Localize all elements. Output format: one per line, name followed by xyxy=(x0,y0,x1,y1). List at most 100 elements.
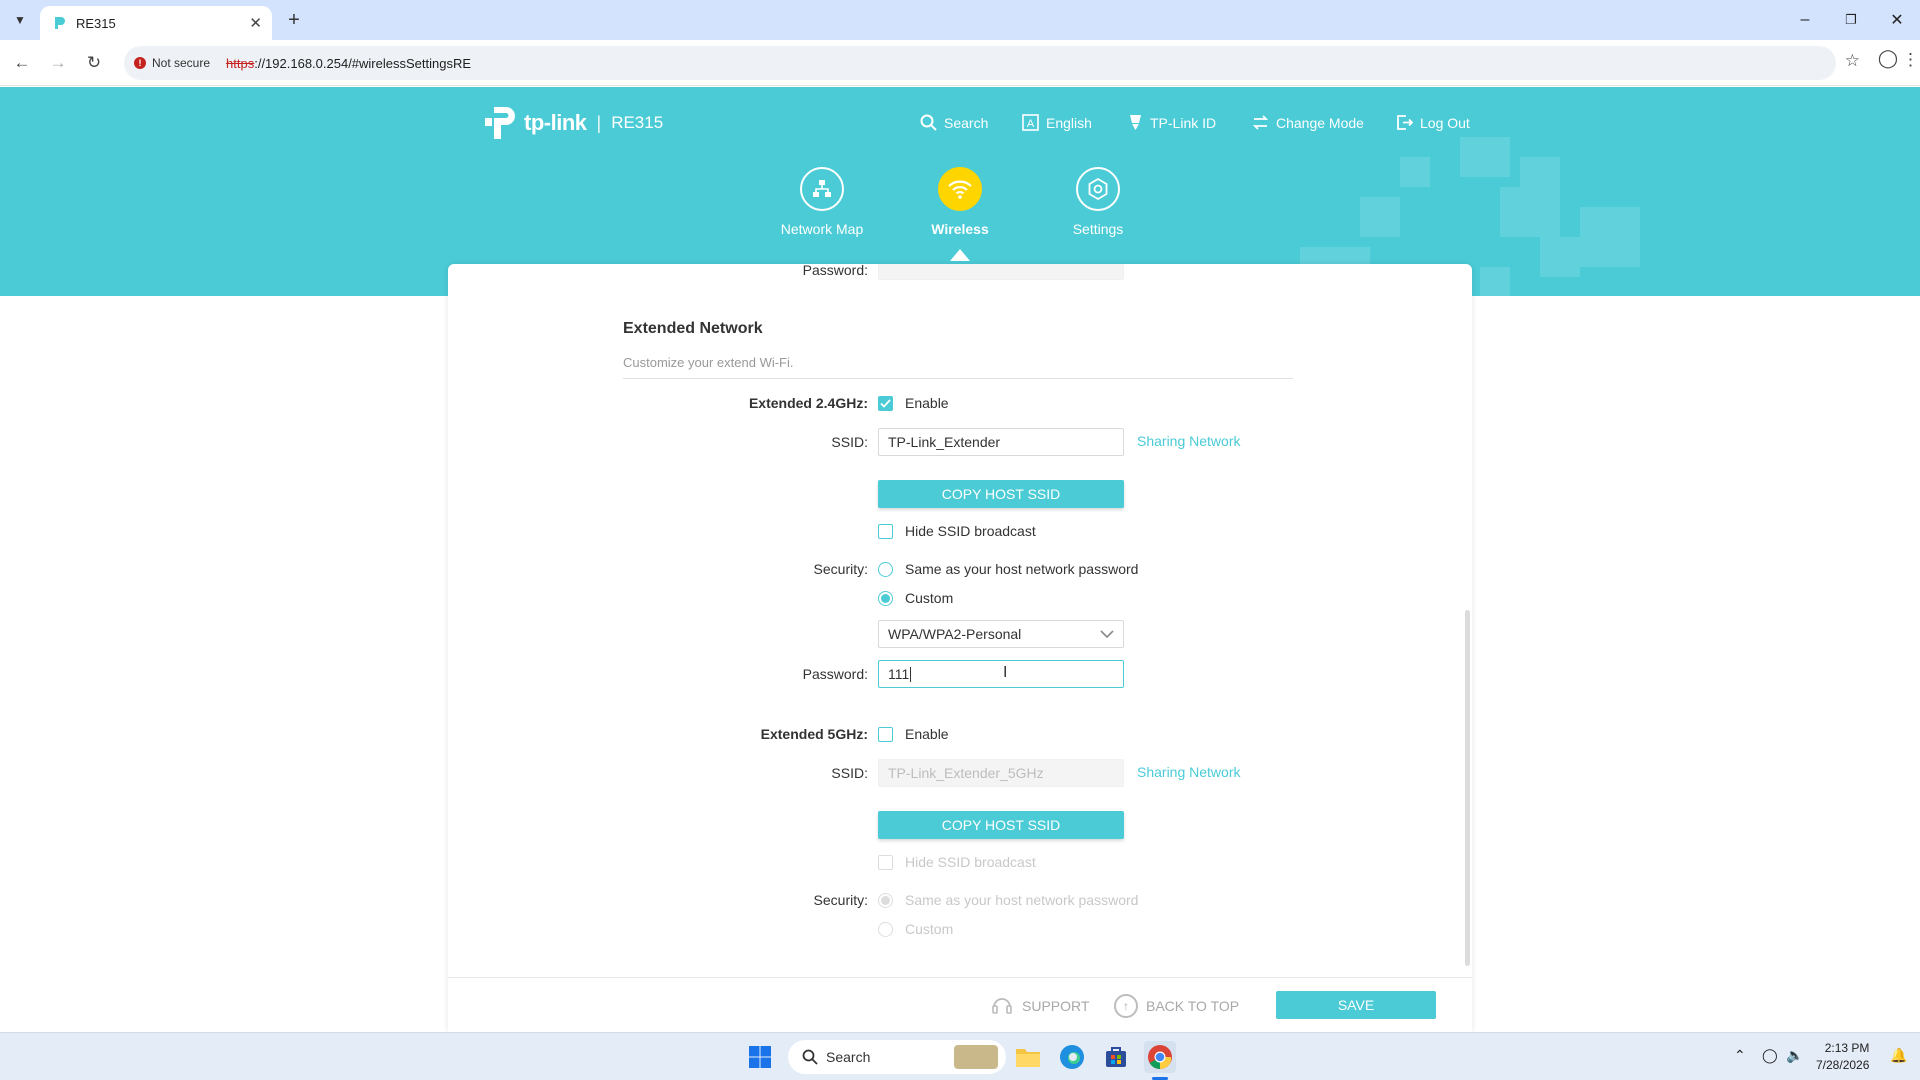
band24-enable-row: Extended 2.4GHz: Enable xyxy=(448,389,1472,417)
band5-hide-ssid-checkbox[interactable] xyxy=(878,854,893,870)
not-secure-badge[interactable]: ! Not secure xyxy=(134,56,210,70)
band24-security-row: Security: Same as your host network pass… xyxy=(448,555,1472,583)
band24-sharing-network-link[interactable]: Sharing Network xyxy=(1137,433,1241,449)
minimize-icon[interactable]: – xyxy=(1782,0,1828,40)
browser-toolbar: ← → ↻ ! Not secure https://192.168.0.254… xyxy=(0,40,1920,86)
file-explorer-icon[interactable] xyxy=(1012,1041,1044,1073)
tplink-id-link[interactable]: TP-Link ID xyxy=(1128,114,1216,131)
taskbar-clock[interactable]: 2:13 PM 7/28/2026 xyxy=(1816,1040,1869,1074)
tray-overflow-icon[interactable]: ⌃ xyxy=(1734,1047,1746,1064)
support-link[interactable]: SUPPORT xyxy=(990,994,1089,1018)
tplink-id-label: TP-Link ID xyxy=(1150,114,1217,131)
browser-menu-icon[interactable]: ⋮ xyxy=(1902,50,1919,70)
band5-enable-label: Enable xyxy=(905,726,949,742)
window-close-icon[interactable]: ✕ xyxy=(1874,0,1920,40)
browser-tabstrip: ▼ RE315 ✕ + – ❐ ✕ xyxy=(0,0,1920,40)
band5-security-label: Security: xyxy=(813,892,868,908)
active-tab-pointer xyxy=(950,249,970,261)
url-scheme: https xyxy=(226,55,255,71)
band24-security-custom-radio[interactable] xyxy=(878,590,893,606)
network-icon[interactable]: ◯ xyxy=(1762,1047,1778,1064)
url-text: https://192.168.0.254/#wirelessSettingsR… xyxy=(226,56,471,71)
band24-password-input[interactable]: 111 xyxy=(878,660,1124,688)
tplink-id-icon xyxy=(1128,114,1143,131)
band24-security-same-label: Same as your host network password xyxy=(905,561,1139,577)
save-button[interactable]: SAVE xyxy=(1276,991,1436,1019)
windows-taskbar: Search ⌃ ◯ 🔈 2:13 PM 7/28/2026 🔔 xyxy=(0,1032,1920,1080)
tab-wireless[interactable]: Wireless xyxy=(905,167,1015,237)
change-mode-link[interactable]: Change Mode xyxy=(1252,114,1364,131)
back-arrow-icon[interactable]: ← xyxy=(10,51,34,75)
back-to-top-link[interactable]: ↑ BACK TO TOP xyxy=(1114,994,1239,1018)
band24-security-custom-label: Custom xyxy=(905,590,954,606)
band24-copy-host-ssid-button[interactable]: COPY HOST SSID xyxy=(878,480,1124,508)
profile-icon[interactable]: ◯ xyxy=(1878,48,1898,69)
band24-hide-ssid-checkbox[interactable] xyxy=(878,523,893,539)
browser-tab[interactable]: RE315 ✕ xyxy=(40,6,272,40)
svg-text:A: A xyxy=(1027,118,1035,130)
taskbar-search[interactable]: Search xyxy=(788,1040,1006,1074)
band5-custom-row: Custom xyxy=(448,915,1472,943)
logout-link[interactable]: Log Out xyxy=(1396,114,1470,131)
band24-custom-row: Custom xyxy=(448,584,1472,612)
gear-icon xyxy=(1076,167,1120,211)
band24-ssid-row: SSID: TP-Link_Extender Sharing Network xyxy=(448,428,1472,456)
band5-ssid-row: SSID: TP-Link_Extender_5GHz Sharing Netw… xyxy=(448,759,1472,787)
band5-security-custom-radio[interactable] xyxy=(878,921,893,937)
tplink-logo[interactable]: tp-link | RE315 xyxy=(484,105,663,141)
band24-password-row: Password: 111 I xyxy=(448,660,1472,688)
clock-time: 2:13 PM xyxy=(1824,1041,1870,1055)
tab-network-map[interactable]: Network Map xyxy=(767,167,877,237)
brand-name: tp-link xyxy=(524,110,587,135)
tab-title: RE315 xyxy=(76,15,116,31)
chevron-down-icon xyxy=(1100,626,1114,642)
language-icon: A xyxy=(1022,114,1039,131)
logo-separator: | xyxy=(596,112,602,133)
arrow-up-icon: ↑ xyxy=(1114,994,1138,1018)
band5-enable-row: Extended 5GHz: Enable xyxy=(448,720,1472,748)
band24-enable-label: Enable xyxy=(905,395,949,411)
reload-icon[interactable]: ↻ xyxy=(82,51,106,75)
band24-security-label: Security: xyxy=(813,561,868,577)
new-tab-icon[interactable]: + xyxy=(282,8,306,32)
band5-sharing-network-link[interactable]: Sharing Network xyxy=(1137,764,1241,780)
restore-icon[interactable]: ❐ xyxy=(1828,0,1874,40)
card-scrollbar[interactable] xyxy=(1465,610,1470,966)
forward-arrow-icon[interactable]: → xyxy=(46,51,70,75)
tab-close-icon[interactable]: ✕ xyxy=(249,14,262,32)
text-cursor xyxy=(910,666,912,682)
microsoft-store-icon[interactable] xyxy=(1100,1041,1132,1073)
search-highlight-icon xyxy=(954,1045,998,1069)
tab-settings[interactable]: Settings xyxy=(1043,167,1153,237)
bookmark-star-icon[interactable]: ☆ xyxy=(1845,51,1860,71)
band24-ssid-input[interactable]: TP-Link_Extender xyxy=(878,428,1124,456)
warning-icon: ! xyxy=(134,57,146,69)
tab-search-chevron-icon[interactable]: ▼ xyxy=(8,8,32,32)
band24-ssid-label: SSID: xyxy=(831,434,868,450)
band5-copy-host-ssid-button[interactable]: COPY HOST SSID xyxy=(878,811,1124,839)
language-selector[interactable]: A English xyxy=(1022,114,1092,131)
language-label: English xyxy=(1046,114,1092,131)
banner-decor xyxy=(1500,187,1560,237)
band24-password-label: Password: xyxy=(802,666,868,682)
band24-security-same-radio[interactable] xyxy=(878,561,893,577)
chrome-browser-icon[interactable] xyxy=(1144,1041,1176,1073)
band24-password-value: 111 xyxy=(888,666,910,682)
address-bar[interactable]: ! Not secure https://192.168.0.254/#wire… xyxy=(124,46,1836,80)
edge-browser-icon[interactable] xyxy=(1056,1041,1088,1073)
band5-copy-row: COPY HOST SSID xyxy=(448,811,1472,839)
cut-password-input[interactable] xyxy=(878,264,1124,280)
windows-start-icon[interactable] xyxy=(744,1041,776,1073)
band5-ssid-input[interactable]: TP-Link_Extender_5GHz xyxy=(878,759,1124,787)
band5-hide-ssid-label: Hide SSID broadcast xyxy=(905,854,1036,870)
notification-bell-icon[interactable]: 🔔 xyxy=(1890,1047,1907,1064)
band5-security-custom-label: Custom xyxy=(905,921,954,937)
band24-enable-checkbox[interactable] xyxy=(878,395,893,411)
search-link[interactable]: Search xyxy=(920,114,988,131)
section-subtitle: Customize your extend Wi-Fi. xyxy=(623,355,794,370)
band5-enable-checkbox[interactable] xyxy=(878,726,893,742)
volume-icon[interactable]: 🔈 xyxy=(1786,1047,1803,1064)
band5-security-same-radio[interactable] xyxy=(878,892,893,908)
band24-encryption-select[interactable]: WPA/WPA2-Personal xyxy=(878,620,1124,648)
search-icon xyxy=(920,114,937,131)
